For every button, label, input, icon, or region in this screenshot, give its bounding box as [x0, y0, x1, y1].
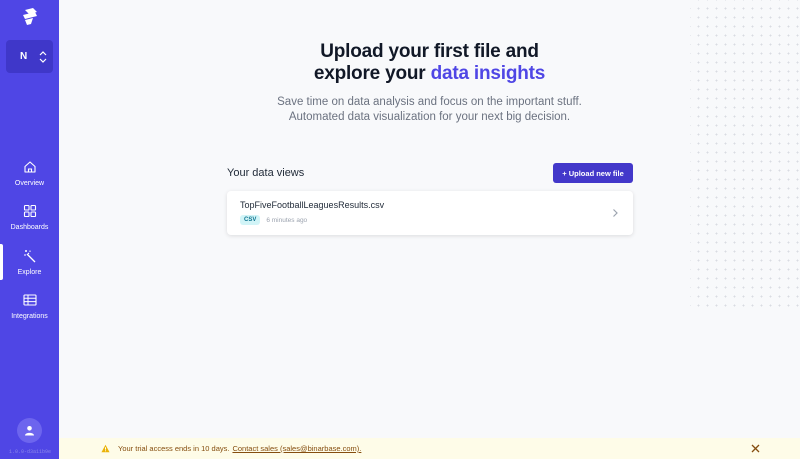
warning-icon: [101, 444, 110, 453]
hero: Upload your first file and explore your …: [59, 41, 800, 125]
version-label: 1.0.0-d3a11b9e: [9, 449, 52, 455]
file-name: TopFiveFootballLeaguesResults.csv: [240, 200, 385, 210]
home-icon: [23, 161, 36, 173]
sidebar-item-overview[interactable]: Overview: [0, 151, 59, 196]
close-icon[interactable]: [751, 444, 760, 453]
upload-new-file-button[interactable]: + Upload new file: [553, 163, 633, 183]
file-card[interactable]: TopFiveFootballLeaguesResults.csv CSV 6 …: [227, 191, 633, 235]
sidebar-item-label: Overview: [14, 179, 45, 187]
sidebar-item-explore[interactable]: Explore: [0, 240, 59, 285]
sidebar-item-label: Explore: [17, 268, 42, 276]
sidebar-item-integrations[interactable]: Integrations: [0, 285, 59, 330]
file-type-badge: CSV: [240, 215, 261, 225]
file-timestamp: 6 minutes ago: [266, 216, 308, 224]
app-logo-icon[interactable]: [19, 6, 41, 28]
sidebar-item-label: Dashboards: [10, 224, 49, 232]
grid-icon: [23, 205, 36, 218]
page-title: Upload your first file and explore your …: [59, 41, 800, 85]
subtitle-line-2: Automated data visualization for your ne…: [288, 111, 571, 123]
data-views-section: Your data views + Upload new file TopFiv…: [227, 163, 633, 235]
title-line-1: Upload your first file and: [320, 41, 539, 62]
data-views-title: Your data views: [227, 167, 305, 179]
sidebar-nav: Overview Dashboards Explore Integrations: [0, 151, 59, 329]
trial-banner: Your trial access ends in 10 days. Conta…: [59, 438, 800, 459]
contact-sales-link[interactable]: Contact sales (sales@binarbase.com).: [232, 444, 361, 453]
chevron-up-down-icon: [39, 50, 47, 63]
sidebar-item-label: Integrations: [11, 313, 48, 321]
sidebar: N Overview Dashboards Explore Integratio…: [0, 0, 59, 459]
title-line-2-prefix: explore your: [313, 63, 431, 84]
table-icon: [22, 294, 37, 306]
sidebar-item-dashboards[interactable]: Dashboards: [0, 196, 59, 241]
file-meta: CSV 6 minutes ago: [240, 215, 633, 225]
user-avatar[interactable]: [17, 418, 42, 443]
subtitle-line-1: Save time on data analysis and focus on …: [277, 96, 582, 108]
chevron-right-icon: [613, 209, 618, 217]
page-subtitle: Save time on data analysis and focus on …: [59, 95, 800, 125]
magic-wand-icon: [23, 249, 35, 263]
trial-message: Your trial access ends in 10 days.: [118, 444, 230, 453]
user-icon: [25, 426, 34, 436]
data-views-header: Your data views + Upload new file: [227, 163, 633, 183]
workspace-switcher[interactable]: N: [6, 40, 53, 73]
workspace-initial: N: [20, 51, 28, 62]
title-accent: data insights: [430, 63, 546, 84]
